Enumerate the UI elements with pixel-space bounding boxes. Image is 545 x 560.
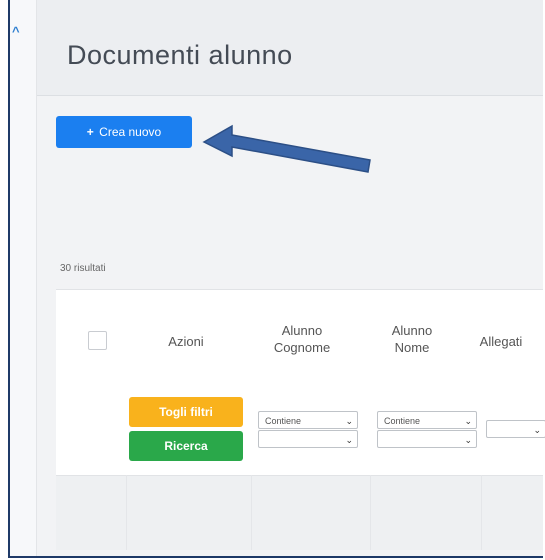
chevron-down-icon: ⌄ bbox=[345, 435, 353, 445]
page-title: Documenti alunno bbox=[67, 40, 293, 70]
column-header-allegati[interactable]: Allegati bbox=[461, 333, 541, 350]
column-header-line: Alunno bbox=[391, 323, 433, 338]
column-header-line: Cognome bbox=[273, 340, 331, 355]
column-header-line: Nome bbox=[394, 340, 430, 355]
search-button[interactable]: Ricerca bbox=[129, 431, 243, 461]
column-divider bbox=[370, 475, 371, 550]
sidebar-logo-icon[interactable]: ^ bbox=[12, 24, 20, 39]
nome-operator-value: Contiene bbox=[384, 416, 421, 426]
create-new-label: Crea nuovo bbox=[99, 125, 162, 139]
results-count: 30 risultati bbox=[60, 263, 106, 274]
column-header-azioni[interactable]: Azioni bbox=[146, 333, 226, 350]
column-header-alunno-nome[interactable]: Alunno Nome bbox=[372, 322, 452, 356]
column-divider bbox=[126, 475, 127, 550]
table-header: Azioni Alunno Cognome Alunno Nome Allega… bbox=[56, 290, 545, 476]
plus-icon: + bbox=[86, 125, 94, 139]
arrow-left-icon bbox=[202, 124, 371, 173]
allegati-filter-select[interactable]: ⌄ bbox=[486, 420, 545, 438]
nome-filter-input[interactable]: ⌄ bbox=[377, 430, 477, 448]
chevron-down-icon: ⌄ bbox=[464, 435, 472, 445]
chevron-down-icon: ⌄ bbox=[345, 416, 353, 426]
column-header-line: Alunno bbox=[281, 323, 323, 338]
left-sidebar-strip: ^ bbox=[10, 0, 37, 556]
clear-filters-button[interactable]: Togli filtri bbox=[129, 397, 243, 427]
nome-operator-select[interactable]: Contiene ⌄ bbox=[377, 411, 477, 429]
column-divider bbox=[481, 475, 482, 550]
chevron-down-icon: ⌄ bbox=[464, 416, 472, 426]
cognome-filter-input[interactable]: ⌄ bbox=[258, 430, 358, 448]
cognome-operator-select[interactable]: Contiene ⌄ bbox=[258, 411, 358, 429]
column-header-alunno-cognome[interactable]: Alunno Cognome bbox=[252, 322, 352, 356]
select-all-checkbox[interactable] bbox=[88, 331, 107, 350]
chevron-down-icon: ⌄ bbox=[533, 425, 541, 435]
create-new-button[interactable]: + Crea nuovo bbox=[56, 116, 192, 148]
page-header: Documenti alunno bbox=[37, 0, 543, 96]
app-window: ^ Documenti alunno + Crea nuovo 30 risul… bbox=[8, 0, 545, 558]
documents-table: Azioni Alunno Cognome Alunno Nome Allega… bbox=[56, 289, 545, 550]
table-body bbox=[56, 476, 543, 550]
cognome-operator-value: Contiene bbox=[265, 416, 302, 426]
column-divider bbox=[251, 475, 252, 550]
